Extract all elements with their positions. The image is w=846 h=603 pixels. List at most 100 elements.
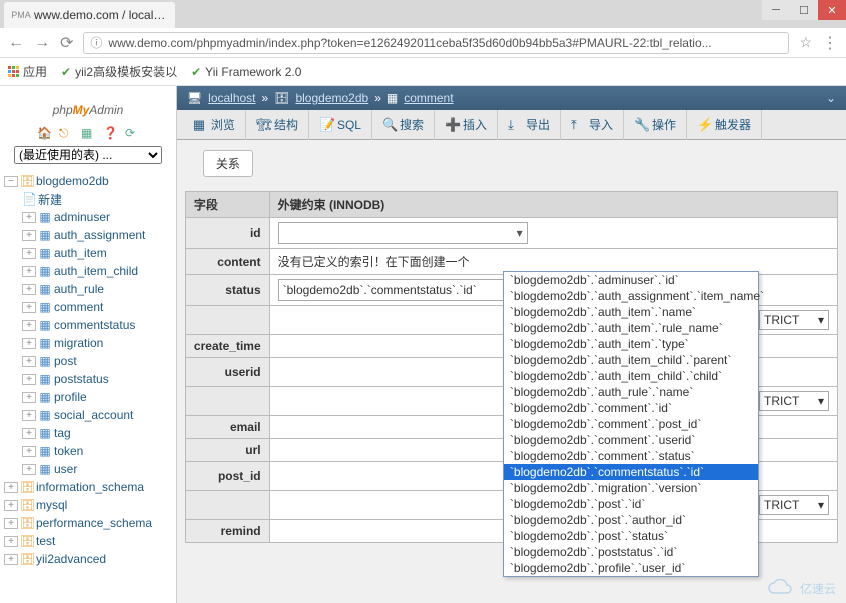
expand-icon[interactable]: +: [4, 554, 18, 565]
tree-table-row[interactable]: +▦poststatus: [4, 370, 176, 388]
fk-dropdown-list[interactable]: `blogdemo2db`.`adminuser`.`id` `blogdemo2…: [503, 271, 759, 577]
fk-select-id[interactable]: ▾: [278, 222, 528, 244]
dropdown-option[interactable]: `blogdemo2db`.`post`.`status`: [504, 528, 758, 544]
expand-icon[interactable]: +: [22, 248, 36, 259]
dropdown-option[interactable]: `blogdemo2db`.`profile`.`user_id`: [504, 560, 758, 576]
expand-icon[interactable]: +: [22, 338, 36, 349]
expand-icon[interactable]: +: [22, 212, 36, 223]
expand-icon[interactable]: +: [22, 464, 36, 475]
dropdown-option[interactable]: `blogdemo2db`.`auth_item`.`name`: [504, 304, 758, 320]
logout-icon[interactable]: ⎋: [59, 126, 73, 140]
tree-db-row[interactable]: +🗄mysql: [4, 496, 176, 514]
tab-import[interactable]: ⤒导入: [561, 110, 624, 140]
browser-tab[interactable]: PMA www.demo.com / local…: [4, 2, 175, 28]
dropdown-option[interactable]: `blogdemo2db`.`auth_item`.`rule_name`: [504, 320, 758, 336]
nav-reload-icon[interactable]: ⟳: [60, 33, 73, 53]
tree-table-row[interactable]: +▦tag: [4, 424, 176, 442]
expand-icon[interactable]: +: [22, 230, 36, 241]
dropdown-option[interactable]: `blogdemo2db`.`comment`.`userid`: [504, 432, 758, 448]
dropdown-option[interactable]: `blogdemo2db`.`auth_item`.`type`: [504, 336, 758, 352]
tab-browse[interactable]: ▦浏览: [183, 110, 246, 140]
ondelete-select-userid[interactable]: TRICT▾: [759, 391, 829, 411]
bookmark-star-icon[interactable]: ☆: [799, 34, 812, 51]
tree-table-row[interactable]: +▦comment: [4, 298, 176, 316]
tree-db-row[interactable]: +🗄information_schema: [4, 478, 176, 496]
tree-table-row[interactable]: +▦migration: [4, 334, 176, 352]
tree-new-row[interactable]: 📄 新建: [4, 190, 176, 208]
expand-icon[interactable]: +: [22, 428, 36, 439]
tree-table-row[interactable]: +▦post: [4, 352, 176, 370]
tree-table-row[interactable]: +▦commentstatus: [4, 316, 176, 334]
tree-table-row[interactable]: +▦profile: [4, 388, 176, 406]
dropdown-option[interactable]: `blogdemo2db`.`poststatus`.`id`: [504, 544, 758, 560]
breadcrumb-table[interactable]: comment: [404, 91, 453, 105]
tree-table-row[interactable]: +▦auth_item: [4, 244, 176, 262]
nav-forward-icon[interactable]: →: [34, 34, 50, 52]
dropdown-option[interactable]: `blogdemo2db`.`auth_item_child`.`parent`: [504, 352, 758, 368]
tab-search[interactable]: 🔍搜索: [372, 110, 435, 140]
expand-icon[interactable]: +: [4, 500, 18, 511]
dropdown-option[interactable]: `blogdemo2db`.`post`.`id`: [504, 496, 758, 512]
expand-icon[interactable]: +: [22, 302, 36, 313]
dropdown-option[interactable]: `blogdemo2db`.`adminuser`.`id`: [504, 272, 758, 288]
sql-icon[interactable]: ▦: [81, 126, 95, 140]
expand-icon[interactable]: +: [22, 410, 36, 421]
ondelete-select-postid[interactable]: TRICT▾: [759, 495, 829, 515]
tree-table-row[interactable]: +▦token: [4, 442, 176, 460]
window-close-button[interactable]: ✕: [818, 0, 846, 20]
tree-table-row[interactable]: +▦auth_rule: [4, 280, 176, 298]
dropdown-option[interactable]: `blogdemo2db`.`comment`.`post_id`: [504, 416, 758, 432]
expand-icon[interactable]: +: [4, 536, 18, 547]
tab-sql[interactable]: 📝SQL: [309, 110, 372, 140]
subtab-relations[interactable]: 关系: [203, 150, 253, 177]
apps-button[interactable]: 应用: [8, 63, 47, 80]
dropdown-option[interactable]: `blogdemo2db`.`post`.`author_id`: [504, 512, 758, 528]
dropdown-option[interactable]: `blogdemo2db`.`comment`.`id`: [504, 400, 758, 416]
expand-icon[interactable]: +: [22, 446, 36, 457]
tree-db-row[interactable]: +🗄performance_schema: [4, 514, 176, 532]
fk-select-status[interactable]: `blogdemo2db`.`commentstatus`.`id`▾: [278, 279, 528, 301]
tab-insert[interactable]: ➕插入: [435, 110, 498, 140]
window-maximize-button[interactable]: ☐: [790, 0, 818, 20]
tree-table-row[interactable]: +▦auth_item_child: [4, 262, 176, 280]
dropdown-option[interactable]: `blogdemo2db`.`auth_item_child`.`child`: [504, 368, 758, 384]
home-icon[interactable]: 🏠: [37, 126, 51, 140]
tab-structure[interactable]: 🏗结构: [246, 110, 309, 140]
tree-db-row[interactable]: +🗄test: [4, 532, 176, 550]
tree-table-row[interactable]: +▦adminuser: [4, 208, 176, 226]
expand-icon[interactable]: +: [22, 284, 36, 295]
bookmark-item-2[interactable]: ✔ Yii Framework 2.0: [191, 65, 301, 79]
dropdown-option[interactable]: `blogdemo2db`.`comment`.`status`: [504, 448, 758, 464]
recent-tables-select[interactable]: (最近使用的表) ...: [14, 146, 162, 164]
expand-icon[interactable]: +: [22, 392, 36, 403]
dropdown-option[interactable]: `blogdemo2db`.`migration`.`version`: [504, 480, 758, 496]
tree-db-row[interactable]: +🗄yii2advanced: [4, 550, 176, 568]
tab-operations[interactable]: 🔧操作: [624, 110, 687, 140]
tree-db-row[interactable]: − 🗄 blogdemo2db: [4, 172, 176, 190]
tree-table-row[interactable]: +▦social_account: [4, 406, 176, 424]
tree-table-row[interactable]: +▦user: [4, 460, 176, 478]
expand-icon[interactable]: +: [4, 482, 18, 493]
expand-icon[interactable]: +: [22, 266, 36, 277]
nav-back-icon[interactable]: ←: [8, 34, 24, 52]
expand-icon[interactable]: +: [22, 320, 36, 331]
breadcrumb-server[interactable]: localhost: [208, 91, 255, 105]
collapse-icon[interactable]: −: [4, 176, 18, 187]
ondelete-select-status[interactable]: TRICT▾: [759, 310, 829, 330]
expand-icon[interactable]: +: [22, 374, 36, 385]
breadcrumb-db[interactable]: blogdemo2db: [295, 91, 368, 105]
expand-icon[interactable]: +: [22, 356, 36, 367]
reload-icon[interactable]: ⟳: [125, 126, 139, 140]
docs-icon[interactable]: ❓: [103, 126, 117, 140]
dropdown-option[interactable]: `blogdemo2db`.`auth_rule`.`name`: [504, 384, 758, 400]
collapse-breadcrumb-icon[interactable]: ⌄: [826, 91, 836, 105]
bookmark-item-1[interactable]: ✔ yii2高级模板安装以: [61, 63, 177, 80]
tab-export[interactable]: ⤓导出: [498, 110, 561, 140]
tab-triggers[interactable]: ⚡触发器: [687, 110, 762, 140]
dropdown-option[interactable]: `blogdemo2db`.`commentstatus`.`id`: [504, 464, 758, 480]
expand-icon[interactable]: +: [4, 518, 18, 529]
url-box[interactable]: ⓘ www.demo.com/phpmyadmin/index.php?toke…: [83, 32, 789, 54]
browser-menu-icon[interactable]: ⋮: [822, 33, 838, 53]
window-minimize-button[interactable]: ─: [762, 0, 790, 20]
tree-table-row[interactable]: +▦auth_assignment: [4, 226, 176, 244]
